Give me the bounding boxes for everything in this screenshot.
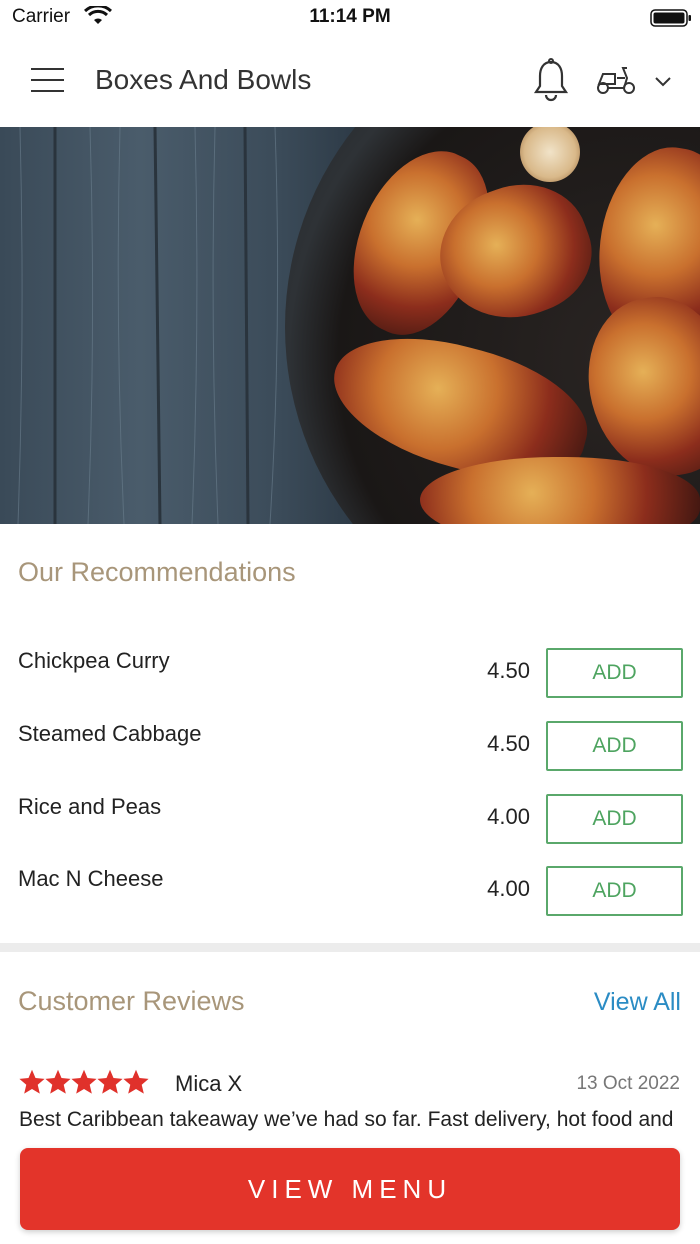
star-icon <box>97 1069 123 1094</box>
item-name: Steamed Cabbage <box>18 721 202 746</box>
app-header: Boxes And Bowls <box>0 34 700 127</box>
view-menu-button[interactable]: VIEW MENU <box>20 1148 680 1230</box>
item-price: 4.50 <box>487 731 530 756</box>
reviews-heading: Customer Reviews <box>18 986 245 1016</box>
item-price: 4.00 <box>487 876 530 901</box>
list-item: Steamed Cabbage 4.50 ADD <box>0 721 700 781</box>
recommendations-heading: Our Recommendations <box>18 557 296 587</box>
star-icon <box>45 1069 71 1094</box>
hamburger-menu-icon[interactable] <box>31 68 64 92</box>
status-bar: Carrier 11:14 PM <box>0 0 700 34</box>
item-name: Mac N Cheese <box>18 866 164 891</box>
star-icon <box>71 1069 97 1094</box>
section-divider <box>0 943 700 952</box>
review-date: 13 Oct 2022 <box>576 1073 680 1094</box>
list-item: Mac N Cheese 4.00 ADD <box>0 866 700 926</box>
star-icon <box>19 1069 45 1094</box>
battery-icon <box>650 9 691 27</box>
notification-bell-icon[interactable] <box>532 58 570 102</box>
add-button[interactable]: ADD <box>546 794 683 844</box>
page-title: Boxes And Bowls <box>95 64 312 95</box>
clock: 11:14 PM <box>309 6 391 27</box>
review-text: Best Caribbean takeaway we’ve had so far… <box>19 1108 674 1131</box>
chevron-down-icon[interactable] <box>654 74 672 88</box>
add-button[interactable]: ADD <box>546 648 683 698</box>
item-name: Rice and Peas <box>18 794 162 819</box>
item-price: 4.00 <box>487 804 530 829</box>
add-button[interactable]: ADD <box>546 866 683 916</box>
item-name: Chickpea Curry <box>18 648 170 673</box>
item-price: 4.50 <box>487 658 530 683</box>
view-all-reviews-link[interactable]: View All <box>594 988 681 1017</box>
list-item: Chickpea Curry 4.50 ADD <box>0 648 700 708</box>
delivery-scooter-icon[interactable] <box>595 64 637 96</box>
hero-food-image <box>0 127 700 524</box>
star-icon <box>123 1069 149 1094</box>
review-author: Mica X <box>175 1071 243 1096</box>
rating-stars <box>18 1068 149 1096</box>
add-button[interactable]: ADD <box>546 721 683 771</box>
list-item: Rice and Peas 4.00 ADD <box>0 794 700 854</box>
